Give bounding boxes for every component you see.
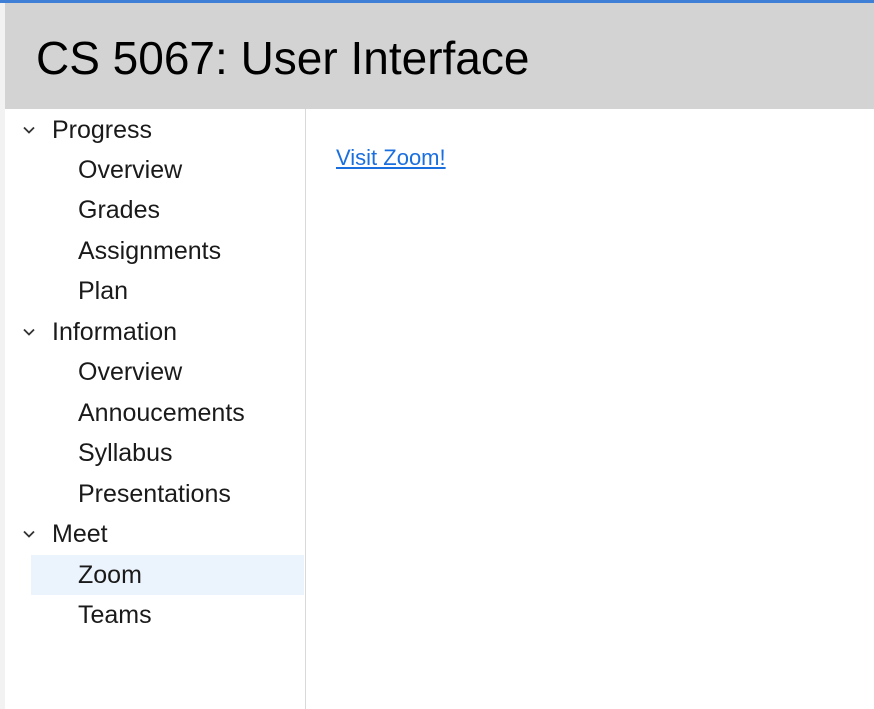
chevron-down-icon <box>20 323 38 341</box>
tree-group-label: Meet <box>52 520 108 548</box>
tree-item-annoucements[interactable]: Annoucements <box>31 393 304 433</box>
tree-group-meet[interactable]: Meet <box>5 514 305 554</box>
tree-item-label: Presentations <box>78 480 231 508</box>
tree-item-teams[interactable]: Teams <box>31 595 304 635</box>
tree-item-progress-overview[interactable]: Overview <box>31 150 304 190</box>
tree-item-plan[interactable]: Plan <box>31 271 304 311</box>
tree-item-information-overview[interactable]: Overview <box>31 352 304 392</box>
tree-item-label: Teams <box>78 601 152 629</box>
chevron-down-icon <box>20 121 38 139</box>
tree-item-grades[interactable]: Grades <box>31 190 304 230</box>
tree-item-label: Annoucements <box>78 399 245 427</box>
tree-item-label: Zoom <box>78 561 142 589</box>
tree-group-information[interactable]: Information <box>5 312 305 352</box>
tree-group-progress[interactable]: Progress <box>5 110 305 150</box>
visit-zoom-link[interactable]: Visit Zoom! <box>336 145 446 171</box>
main-content: Visit Zoom! <box>306 109 874 709</box>
tree-item-assignments[interactable]: Assignments <box>31 231 304 271</box>
tree-item-label: Plan <box>78 277 129 305</box>
page-header: CS 5067: User Interface <box>5 3 874 109</box>
chevron-down-icon <box>20 525 38 543</box>
tree-item-label: Assignments <box>78 237 222 265</box>
tree-item-syllabus[interactable]: Syllabus <box>31 433 304 473</box>
tree-group-label: Progress <box>52 116 153 144</box>
tree-item-label: Overview <box>78 358 183 386</box>
sidebar-tree: Progress Overview Grades Assignments Pla… <box>5 109 306 709</box>
tree-item-zoom[interactable]: Zoom <box>31 555 304 595</box>
tree-item-presentations[interactable]: Presentations <box>31 474 304 514</box>
tree-item-label: Overview <box>78 156 183 184</box>
tree-group-label: Information <box>52 318 178 346</box>
tree-item-label: Syllabus <box>78 439 173 467</box>
tree-item-label: Grades <box>78 196 160 224</box>
page-title: CS 5067: User Interface <box>36 32 530 84</box>
